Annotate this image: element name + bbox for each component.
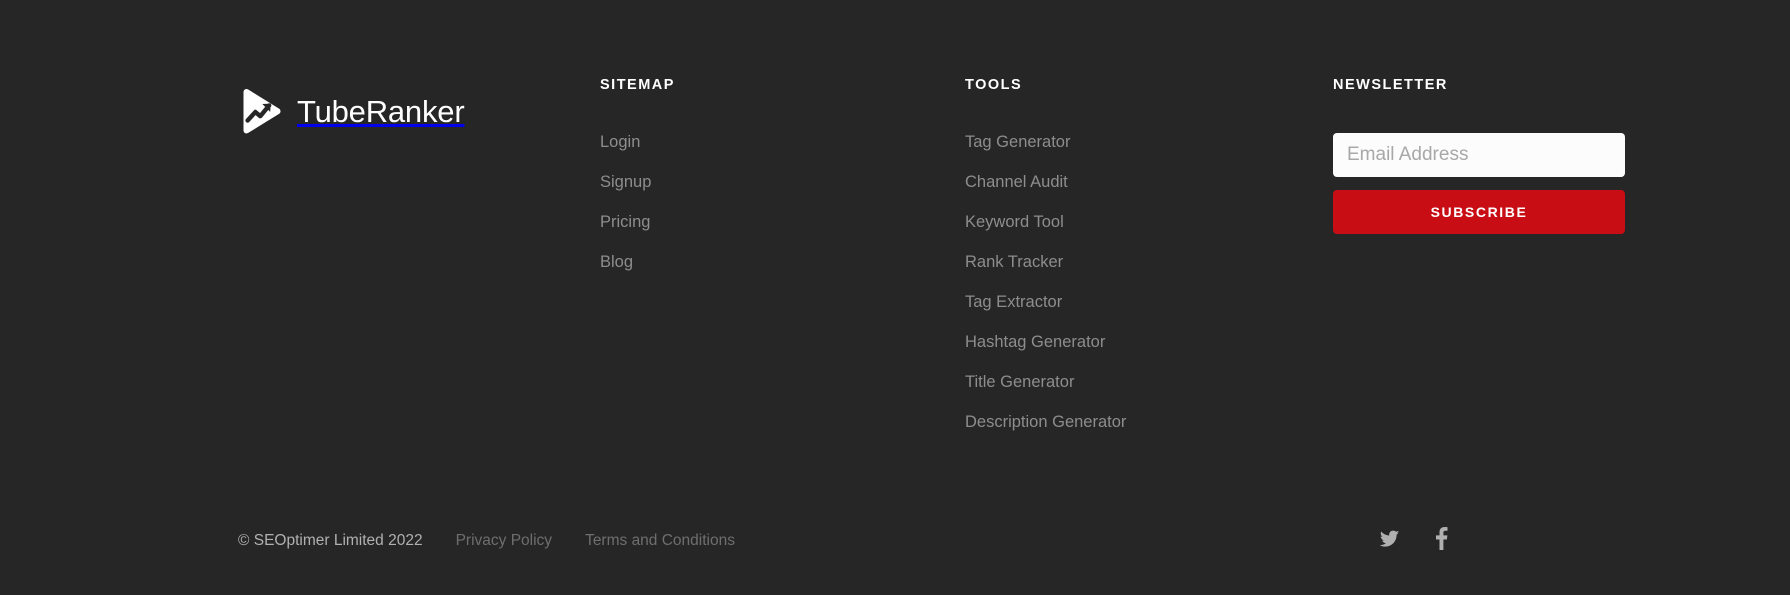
list-item: Signup [600,173,675,192]
tools-link-description-generator[interactable]: Description Generator [965,413,1126,431]
footer-legal-group: © SEOptimer Limited 2022 Privacy Policy … [238,533,735,549]
privacy-policy-link[interactable]: Privacy Policy [456,533,552,549]
list-item: Tag Generator [965,133,1126,152]
sitemap-link-login[interactable]: Login [600,133,640,151]
footer-bottom-bar: © SEOptimer Limited 2022 Privacy Policy … [0,500,1790,595]
twitter-icon [1379,528,1400,549]
facebook-icon [1435,527,1448,550]
tools-link-title-generator[interactable]: Title Generator [965,373,1074,391]
terms-and-conditions-link[interactable]: Terms and Conditions [585,533,735,549]
sitemap-link-blog[interactable]: Blog [600,253,633,271]
sitemap-heading: SITEMAP [600,78,675,93]
footer-columns: TubeRanker SITEMAP Login Signup Pricing … [0,0,1790,500]
tools-link-keyword-tool[interactable]: Keyword Tool [965,213,1064,231]
email-input[interactable] [1333,133,1625,177]
list-item: Tag Extractor [965,293,1126,312]
list-item: Rank Tracker [965,253,1126,272]
facebook-link[interactable] [1435,527,1448,550]
sitemap-link-signup[interactable]: Signup [600,173,651,191]
play-trend-logo-icon [238,88,284,134]
list-item: Blog [600,253,675,272]
footer-tools-column: TOOLS Tag Generator Channel Audit Keywor… [965,78,1126,432]
copyright-text: © SEOptimer Limited 2022 [238,533,423,549]
tools-link-tag-extractor[interactable]: Tag Extractor [965,293,1062,311]
footer-newsletter-column: NEWSLETTER SUBSCRIBE [1333,78,1625,234]
list-item: Login [600,133,675,152]
tools-link-tag-generator[interactable]: Tag Generator [965,133,1070,151]
twitter-link[interactable] [1379,528,1400,549]
footer-sitemap-column: SITEMAP Login Signup Pricing Blog [600,78,675,272]
list-item: Hashtag Generator [965,333,1126,352]
tools-link-list: Tag Generator Channel Audit Keyword Tool… [965,133,1126,432]
newsletter-heading: NEWSLETTER [1333,78,1625,93]
list-item: Description Generator [965,413,1126,432]
tools-link-hashtag-generator[interactable]: Hashtag Generator [965,333,1105,351]
tools-heading: TOOLS [965,78,1126,93]
brand-logo-link[interactable]: TubeRanker [238,88,464,134]
list-item: Title Generator [965,373,1126,392]
tools-link-channel-audit[interactable]: Channel Audit [965,173,1068,191]
list-item: Keyword Tool [965,213,1126,232]
tools-link-rank-tracker[interactable]: Rank Tracker [965,253,1063,271]
newsletter-form: SUBSCRIBE [1333,133,1625,234]
list-item: Pricing [600,213,675,232]
list-item: Channel Audit [965,173,1126,192]
subscribe-button[interactable]: SUBSCRIBE [1333,190,1625,234]
social-links [1379,527,1448,550]
brand-name: TubeRanker [297,96,464,127]
sitemap-link-list: Login Signup Pricing Blog [600,133,675,272]
site-footer: TubeRanker SITEMAP Login Signup Pricing … [0,0,1790,595]
sitemap-link-pricing[interactable]: Pricing [600,213,650,231]
footer-brand-column: TubeRanker [238,88,464,134]
